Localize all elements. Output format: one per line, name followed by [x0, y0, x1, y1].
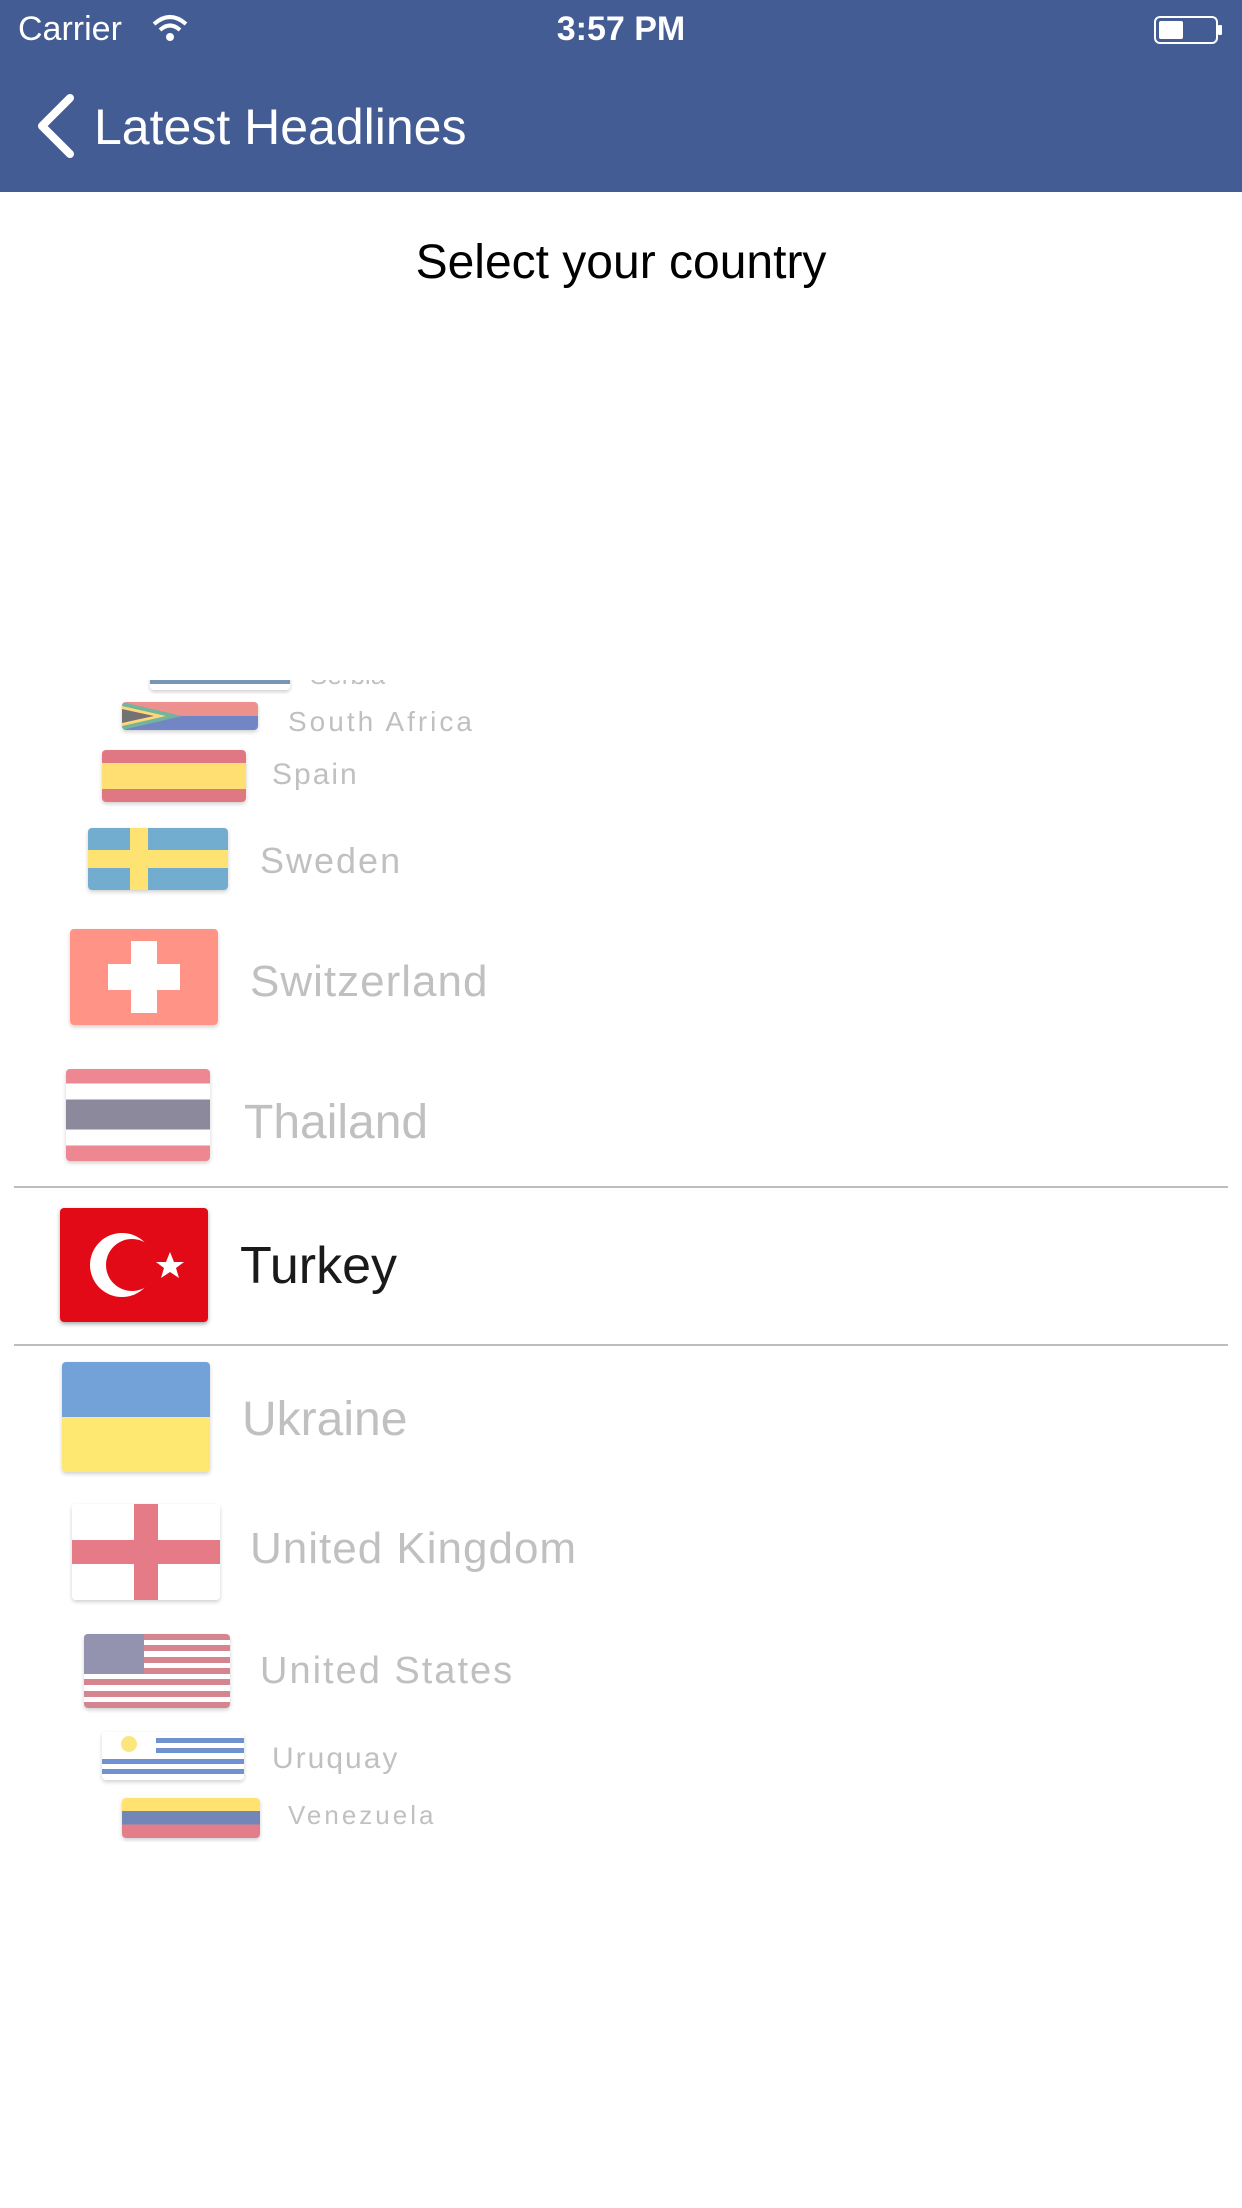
flag-spain-icon	[102, 750, 246, 802]
picker-row-selected[interactable]: Turkey	[0, 1200, 1242, 1340]
country-label: Thailand	[244, 1096, 429, 1149]
flag-ukraine-icon	[62, 1362, 210, 1472]
app-header: Carrier 3:57 PM Latest Headlines	[0, 0, 1242, 192]
flag-uruguay-icon	[102, 1732, 244, 1780]
country-label-partial: Serbia	[310, 680, 385, 691]
clock: 3:57 PM	[556, 10, 686, 48]
flag-turkey-icon	[60, 1208, 208, 1322]
picker-row[interactable]: South Africa	[0, 692, 1242, 740]
flag-south-africa-icon	[122, 702, 258, 730]
selection-divider-bottom	[14, 1344, 1228, 1346]
flag-united-states-icon	[84, 1634, 230, 1708]
flag-united-kingdom-icon	[72, 1504, 220, 1600]
country-label: United States	[260, 1650, 515, 1692]
battery-icon	[1154, 16, 1222, 44]
country-label: Uruquay	[272, 1742, 400, 1775]
country-label: Spain	[272, 758, 359, 791]
country-picker[interactable]: Serbia South Africa Spain Sweden	[0, 680, 1242, 1840]
picker-row[interactable]: Switzerland	[0, 925, 1242, 1055]
picker-row[interactable]: Uruquay	[0, 1728, 1242, 1790]
country-label: South Africa	[288, 706, 475, 737]
back-chevron-icon[interactable]	[34, 94, 78, 158]
flag-switzerland-icon	[70, 929, 218, 1025]
selection-divider-top	[14, 1186, 1228, 1188]
flag-sweden-icon	[88, 828, 228, 890]
country-label: United Kingdom	[250, 1524, 578, 1573]
flag-venezuela-icon	[122, 1798, 260, 1838]
flag-thailand-icon	[66, 1069, 210, 1161]
country-label: Switzerland	[250, 957, 489, 1006]
picker-row[interactable]: Ukraine	[0, 1360, 1242, 1490]
picker-row[interactable]: Venezuela	[0, 1790, 1242, 1842]
picker-row[interactable]: Spain	[0, 742, 1242, 822]
country-label: Venezuela	[288, 1800, 437, 1830]
nav-bar: Latest Headlines	[0, 62, 1242, 192]
status-bar: Carrier 3:57 PM	[0, 0, 1242, 62]
picker-row[interactable]: Thailand	[0, 1065, 1242, 1195]
flag-partial-icon	[150, 680, 290, 690]
picker-row[interactable]: United States	[0, 1630, 1242, 1720]
nav-title[interactable]: Latest Headlines	[94, 98, 466, 156]
country-label: Ukraine	[242, 1393, 408, 1446]
picker-row[interactable]: United Kingdom	[0, 1500, 1242, 1620]
page-title: Select your country	[415, 236, 827, 289]
country-label: Turkey	[240, 1237, 397, 1295]
picker-row[interactable]: Sweden	[0, 820, 1242, 920]
country-label: Sweden	[260, 840, 403, 881]
